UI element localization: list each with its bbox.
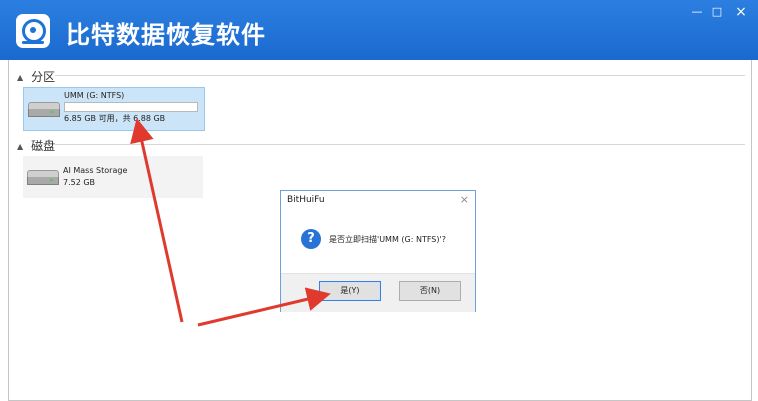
annotation-arrows [130,118,331,327]
arrow-to-yes-button [197,287,331,327]
arrow-to-partition [130,118,184,323]
